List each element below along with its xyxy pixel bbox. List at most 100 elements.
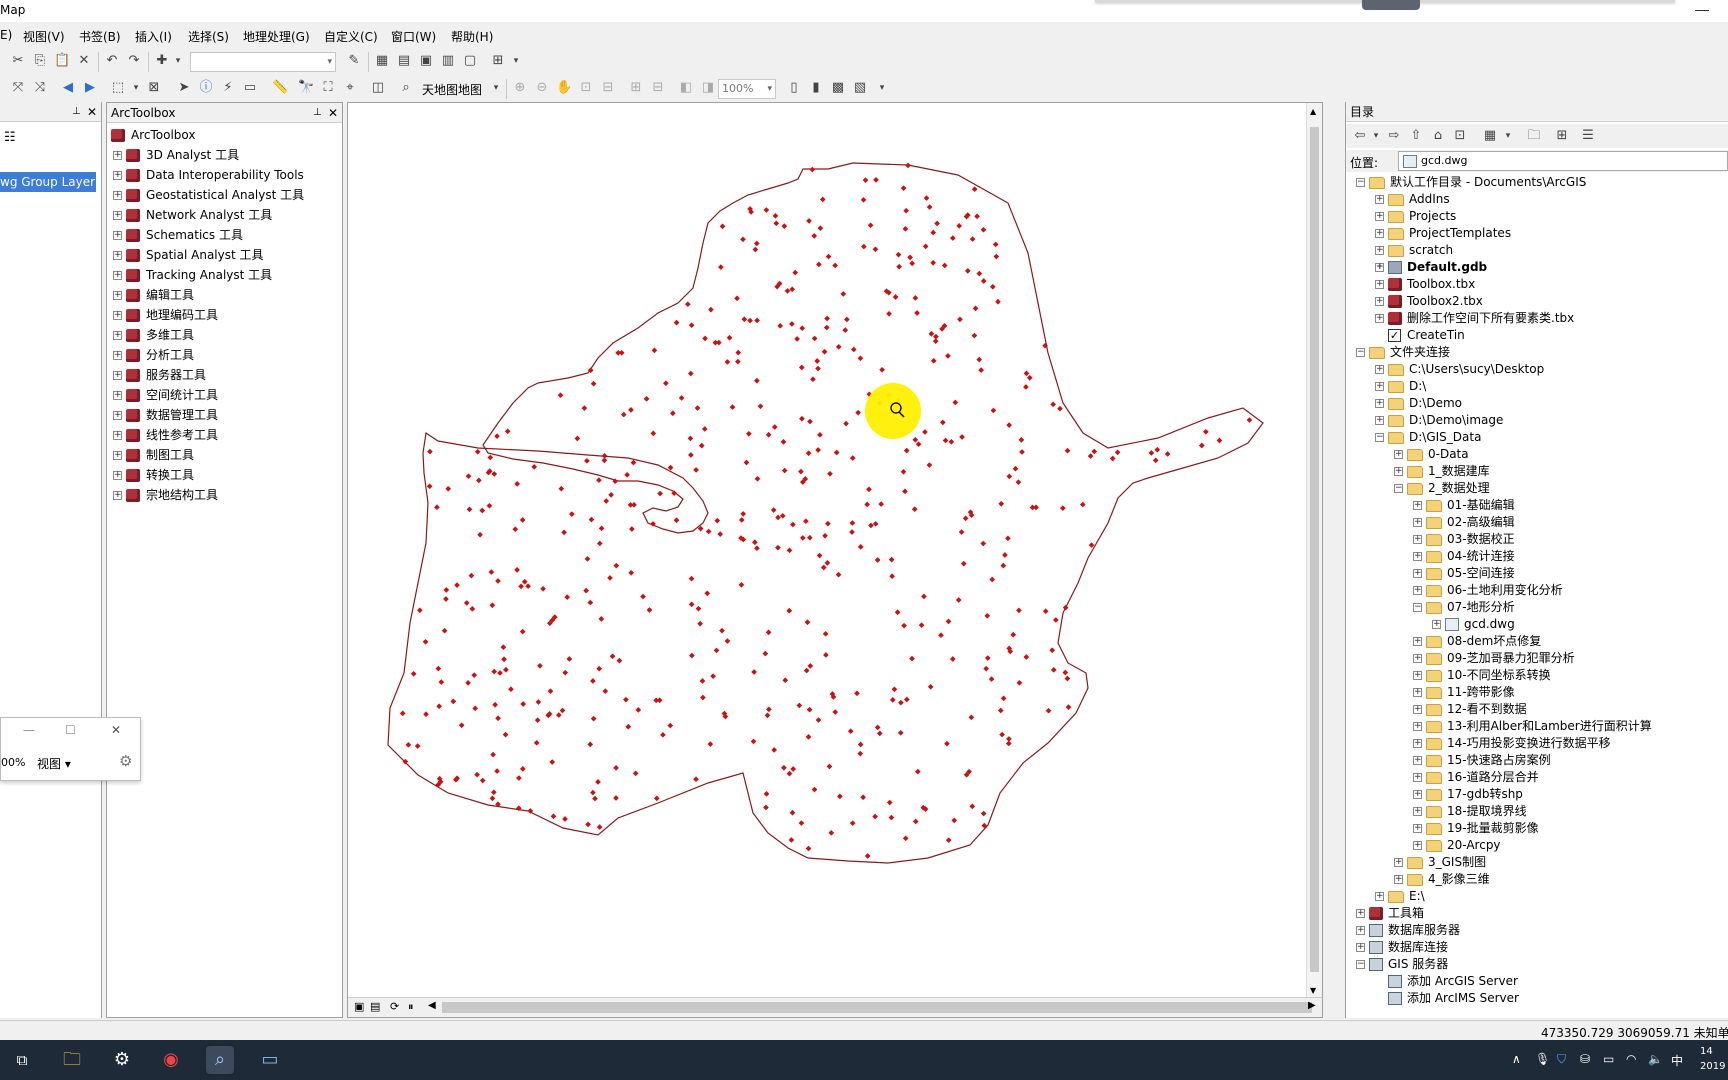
back-icon[interactable]: ⇦: [1352, 128, 1368, 144]
add-data-icon[interactable]: ✚: [154, 53, 170, 69]
toolbar-options-icon[interactable]: ▾: [874, 80, 890, 96]
options-icon[interactable]: ☰: [1580, 128, 1596, 144]
catalog-item[interactable]: +10-不同坐标系转换: [1413, 667, 1551, 684]
catalog-item[interactable]: +04-统计连接: [1413, 548, 1515, 565]
delete-icon[interactable]: ✕: [76, 53, 92, 69]
expand-icon[interactable]: +: [1413, 569, 1422, 578]
time-slider-icon[interactable]: ◫: [370, 80, 386, 96]
expand-icon[interactable]: +: [1413, 671, 1422, 680]
catalog-item[interactable]: +09-芝加哥暴力犯罪分析: [1413, 650, 1575, 667]
layout-pan-icon[interactable]: ✋: [556, 80, 572, 96]
expand-icon[interactable]: +: [1413, 824, 1422, 833]
expand-icon[interactable]: +: [1394, 450, 1403, 459]
expand-icon[interactable]: +: [113, 291, 122, 300]
expand-icon[interactable]: +: [1356, 943, 1365, 952]
catalog-item[interactable]: + Default.gdb: [1375, 259, 1487, 276]
expand-icon[interactable]: +: [113, 331, 122, 340]
expand-icon[interactable]: +: [1413, 688, 1422, 697]
layout-zoom-out-icon[interactable]: ⊖: [534, 80, 550, 96]
catalog-item[interactable]: +16-道路分层合并: [1413, 769, 1539, 786]
next-extent-icon[interactable]: ◨: [700, 80, 716, 96]
catalog-item[interactable]: +06-土地利用变化分析: [1413, 582, 1563, 599]
magnifier-view-dropdown[interactable]: 视图 ▾: [37, 755, 71, 772]
expand-icon[interactable]: +: [1375, 212, 1384, 221]
toolbox-item[interactable]: + 多维工具: [113, 325, 194, 345]
clear-selection-icon[interactable]: ⊠: [146, 80, 162, 96]
maximize-icon[interactable]: ☐: [65, 723, 76, 737]
fixed-zoom-out-icon[interactable]: ⊟: [650, 80, 666, 96]
catalog-item[interactable]: +0-Data: [1394, 446, 1469, 463]
catalog-item[interactable]: + ProjectTemplates: [1375, 225, 1511, 242]
network-drive-icon[interactable]: ⛁: [1580, 1052, 1590, 1066]
expand-icon[interactable]: +: [1413, 739, 1422, 748]
toolbox-item[interactable]: + Data Interoperability Tools: [113, 165, 304, 185]
expand-icon[interactable]: +: [113, 251, 122, 260]
map-canvas[interactable]: [348, 103, 1306, 999]
catalog-item[interactable]: +02-高级编辑: [1413, 514, 1515, 531]
expand-icon[interactable]: +: [113, 371, 122, 380]
expand-icon[interactable]: +: [113, 211, 122, 220]
toolbox-item[interactable]: + Schematics 工具: [113, 225, 243, 245]
refresh-icon[interactable]: ⟳: [390, 1000, 399, 1013]
expand-icon[interactable]: −: [1375, 433, 1384, 442]
catalog-item[interactable]: + E:\: [1375, 888, 1425, 905]
catalog-item[interactable]: +4_影像三维: [1394, 871, 1490, 888]
forward-icon[interactable]: ⇨: [1386, 128, 1402, 144]
expand-icon[interactable]: +: [1413, 756, 1422, 765]
wifi-icon[interactable]: ◠: [1626, 1052, 1636, 1066]
toolbox-item[interactable]: + 空间统计工具: [113, 385, 218, 405]
arcmap-icon[interactable]: ⌕: [206, 1046, 234, 1074]
expand-icon[interactable]: +: [1375, 399, 1384, 408]
expand-icon[interactable]: +: [1375, 382, 1384, 391]
expand-icon[interactable]: +: [113, 271, 122, 280]
pin-icon[interactable]: ⊥: [72, 102, 81, 122]
menu-windows[interactable]: 窗口(W): [391, 28, 436, 45]
catalog-item[interactable]: +05-空间连接: [1413, 565, 1515, 582]
notification-tab[interactable]: [1362, 0, 1420, 10]
clock[interactable]: 14 2019: [1700, 1044, 1725, 1074]
catalog-item[interactable]: +13-利用Alber和Lamber进行面积计算: [1413, 718, 1652, 735]
catalog-item[interactable]: +18-提取境界线: [1413, 803, 1527, 820]
chrome-icon[interactable]: ◉: [157, 1046, 185, 1074]
tray-expand-icon[interactable]: ∧: [1512, 1052, 1521, 1066]
expand-icon[interactable]: +: [113, 471, 122, 480]
expand-icon[interactable]: +: [113, 151, 122, 160]
connect-folder-icon[interactable]: ⊡: [1452, 128, 1468, 144]
expand-icon[interactable]: +: [1356, 909, 1365, 918]
expand-icon[interactable]: +: [113, 231, 122, 240]
expand-icon[interactable]: +: [1413, 637, 1422, 646]
expand-icon[interactable]: +: [1413, 501, 1422, 510]
back-icon[interactable]: ◀: [60, 80, 76, 96]
basemap-icon[interactable]: ⌕: [398, 80, 414, 96]
select-elements-icon[interactable]: ➤: [176, 80, 192, 96]
toolbox-item[interactable]: + 分析工具: [113, 345, 194, 365]
catalog-item[interactable]: + D:\Demo\image: [1375, 412, 1503, 429]
file-explorer-icon[interactable]: 🗀: [58, 1046, 86, 1074]
magnifier-window[interactable]: — ☐ ✕ 00% 视图 ▾ ⚙: [0, 717, 141, 781]
list-by-drawing-order-icon[interactable]: ☷: [4, 130, 16, 145]
catalog-item[interactable]: +12-看不到数据: [1413, 701, 1527, 718]
focus-data-frame-icon[interactable]: ▮: [808, 80, 824, 96]
catalog-item[interactable]: + Toolbox.tbx: [1375, 276, 1475, 293]
catalog-item[interactable]: +11-跨带影像: [1413, 684, 1515, 701]
toolbox-item[interactable]: + Network Analyst 工具: [113, 205, 272, 225]
hyperlink-icon[interactable]: ⚡: [220, 80, 236, 96]
catalog-item[interactable]: +20-Arcpy: [1413, 837, 1501, 854]
change-layout-icon[interactable]: ▩: [830, 80, 846, 96]
close-icon[interactable]: ✕: [87, 102, 97, 122]
battery-icon[interactable]: ▭: [1603, 1052, 1614, 1066]
fixed-zoom-in-icon[interactable]: ⊞: [628, 80, 644, 96]
close-icon[interactable]: ✕: [328, 103, 338, 123]
catalog-item[interactable]: +1_数据建库: [1394, 463, 1490, 480]
pin-icon[interactable]: ⊥: [313, 103, 322, 123]
expand-icon[interactable]: +: [1375, 297, 1384, 306]
expand-icon[interactable]: +: [1413, 518, 1422, 527]
catalog-item[interactable]: + C:\Users\sucy\Desktop: [1375, 361, 1544, 378]
expand-icon[interactable]: +: [1375, 314, 1384, 323]
map-horizontal-scrollbar[interactable]: [442, 1002, 1312, 1013]
menu-edit[interactable]: E): [0, 28, 12, 42]
html-popup-icon[interactable]: ▭: [242, 80, 258, 96]
toolbar-options-icon[interactable]: ▾: [488, 80, 504, 96]
menu-insert[interactable]: 插入(I): [135, 28, 172, 45]
catalog-item[interactable]: − GIS 服务器: [1356, 956, 1448, 973]
